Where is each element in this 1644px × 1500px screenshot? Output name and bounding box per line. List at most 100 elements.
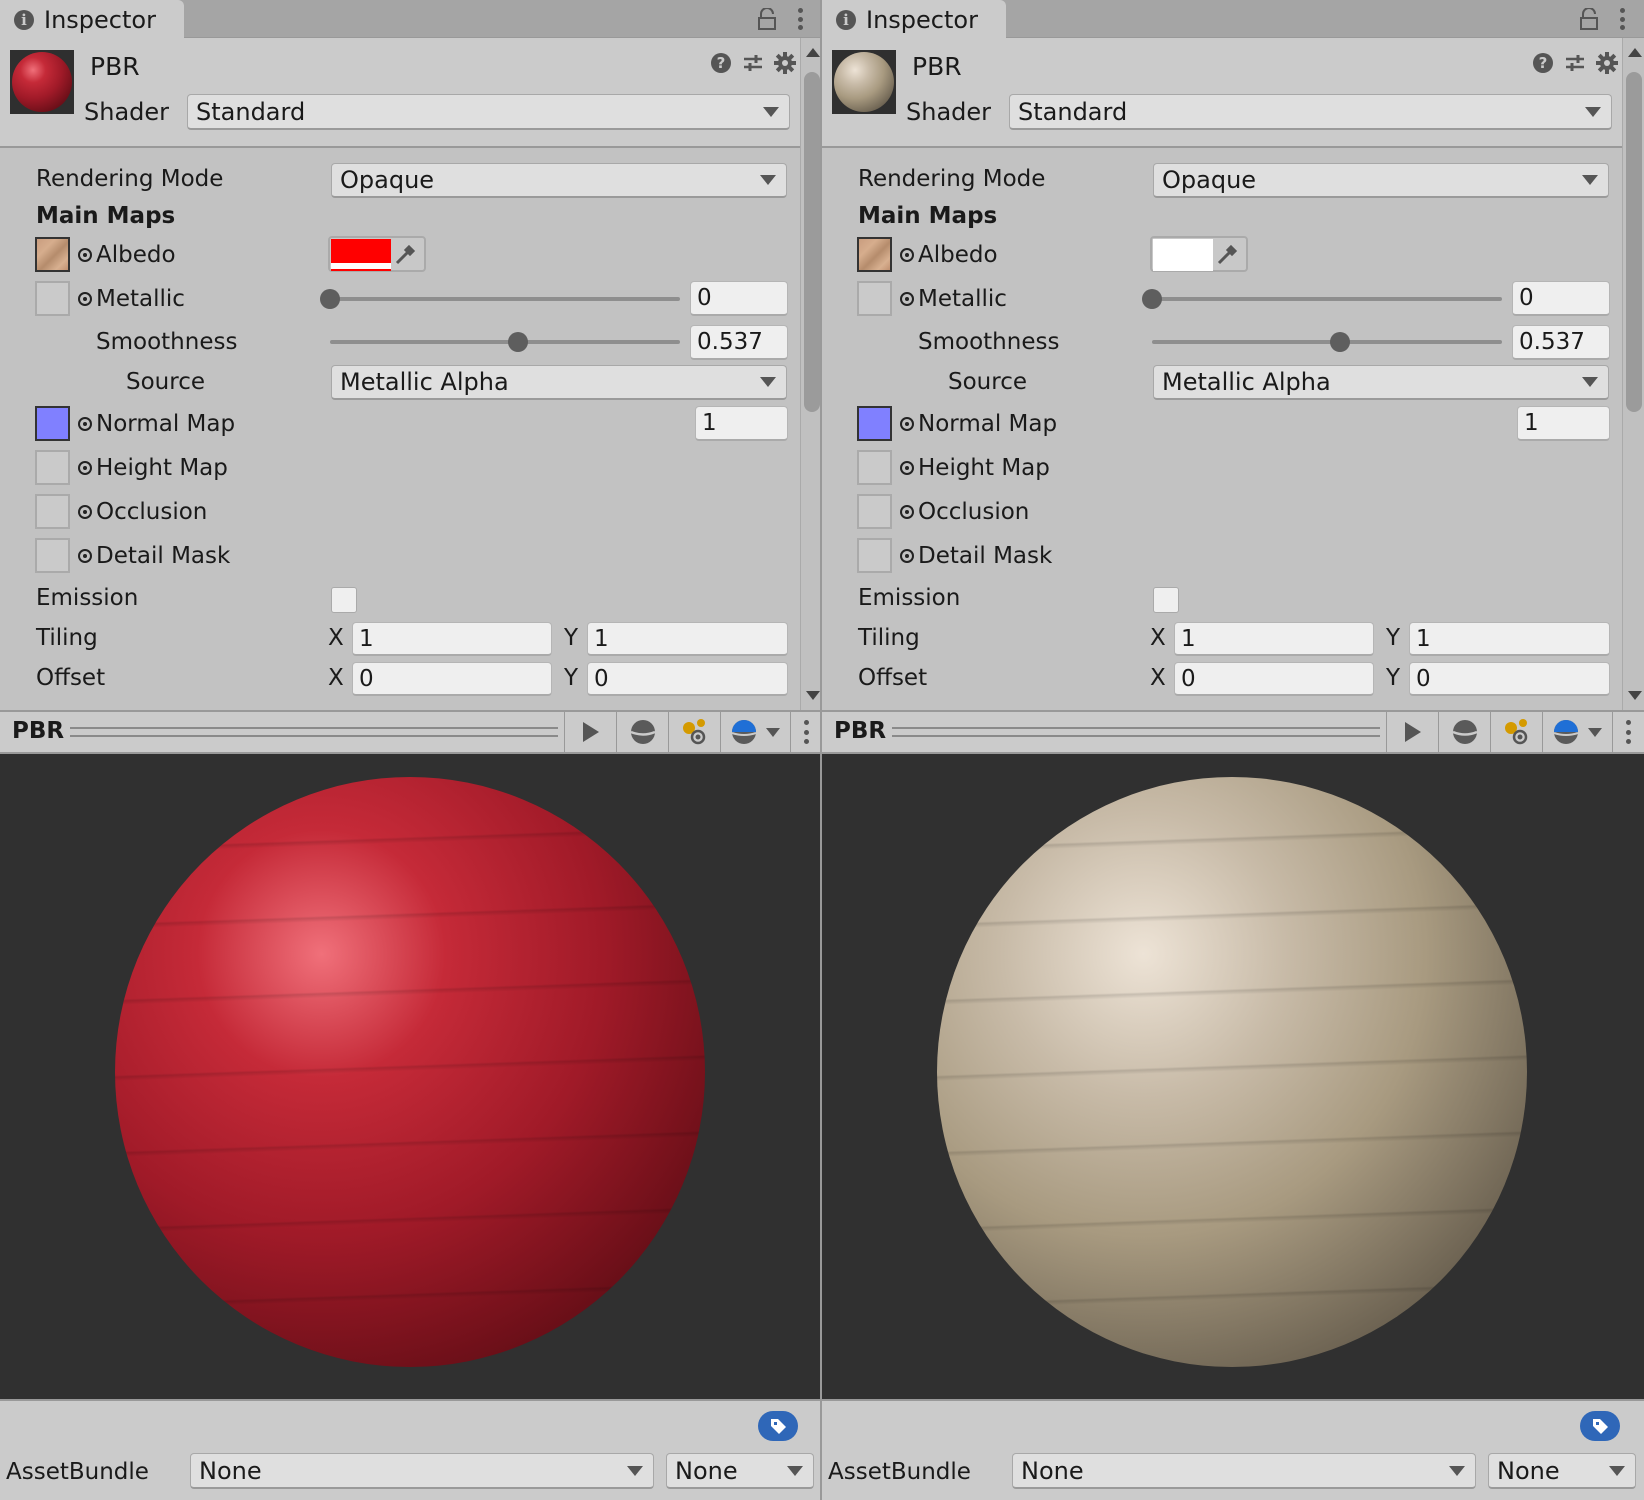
height-map-texture-slot[interactable] [35, 450, 70, 485]
assetbundle-name-dropdown[interactable]: None [1012, 1453, 1476, 1489]
preview-skybox-button[interactable] [720, 712, 790, 752]
object-picker-icon[interactable] [900, 417, 914, 431]
object-picker-icon[interactable] [900, 461, 914, 475]
assetbundle-name-dropdown[interactable]: None [190, 1453, 654, 1489]
albedo-texture-slot[interactable] [857, 237, 892, 272]
scroll-down-icon[interactable] [1628, 691, 1642, 700]
lock-icon[interactable] [1580, 8, 1598, 30]
scroll-up-icon[interactable] [806, 48, 820, 57]
emission-checkbox[interactable] [1153, 587, 1179, 613]
albedo-color-field[interactable] [1150, 236, 1248, 272]
preview-menu-button[interactable] [790, 712, 820, 752]
gear-icon[interactable] [1596, 52, 1618, 74]
normal-map-texture-slot[interactable] [35, 406, 70, 441]
object-picker-icon[interactable] [78, 248, 92, 262]
object-picker-icon[interactable] [78, 292, 92, 306]
preview-lights-button[interactable] [1490, 712, 1542, 752]
source-dropdown[interactable]: Metallic Alpha [331, 365, 787, 400]
metallic-slider-track[interactable] [1152, 297, 1502, 301]
smoothness-value-field[interactable]: 0.537 [1512, 325, 1610, 360]
smoothness-slider-knob[interactable] [1329, 332, 1350, 352]
metallic-value-field[interactable]: 0 [1512, 281, 1610, 316]
tiling-x-field[interactable]: 1 [1174, 622, 1374, 656]
tab-inspector[interactable]: i Inspector [822, 0, 1006, 39]
tab-menu-icon[interactable] [798, 8, 804, 30]
offset-x-field[interactable]: 0 [352, 662, 552, 696]
offset-y-field[interactable]: 0 [587, 662, 788, 696]
emission-checkbox[interactable] [331, 587, 357, 613]
rendering-mode-dropdown[interactable]: Opaque [1153, 163, 1609, 198]
rendering-mode-dropdown[interactable]: Opaque [331, 163, 787, 198]
scroll-thumb[interactable] [804, 72, 820, 412]
presets-icon[interactable] [742, 52, 764, 74]
object-picker-icon[interactable] [900, 292, 914, 306]
normal-map-texture-slot[interactable] [857, 406, 892, 441]
preview-lights-button[interactable] [668, 712, 720, 752]
object-picker-icon[interactable] [78, 461, 92, 475]
preview-sphere[interactable] [937, 777, 1527, 1367]
scrollbar[interactable] [800, 38, 820, 710]
metallic-slider-knob[interactable] [320, 289, 340, 309]
assetbundle-variant-dropdown[interactable]: None [1488, 1453, 1636, 1489]
normal-scale-field[interactable]: 1 [1517, 406, 1610, 441]
presets-icon[interactable] [1564, 52, 1586, 74]
smoothness-slider-track[interactable] [330, 340, 680, 344]
object-picker-icon[interactable] [900, 505, 914, 519]
preview-shape-button[interactable] [1438, 712, 1490, 752]
preview-drag-handle[interactable] [892, 727, 1380, 737]
height-map-texture-slot[interactable] [857, 450, 892, 485]
metallic-texture-slot[interactable] [35, 281, 70, 316]
metallic-slider-track[interactable] [330, 297, 680, 301]
metallic-texture-slot[interactable] [857, 281, 892, 316]
detail-mask-texture-slot[interactable] [857, 538, 892, 573]
eyedropper-icon[interactable] [1216, 244, 1238, 266]
tiling-x-field[interactable]: 1 [352, 622, 552, 656]
tiling-y-field[interactable]: 1 [1409, 622, 1610, 656]
material-preview[interactable] [822, 754, 1644, 1399]
detail-mask-texture-slot[interactable] [35, 538, 70, 573]
albedo-texture-slot[interactable] [35, 237, 70, 272]
metallic-value-field[interactable]: 0 [690, 281, 788, 316]
scrollbar[interactable] [1622, 38, 1644, 710]
label-tag-icon[interactable] [758, 1411, 798, 1441]
object-picker-icon[interactable] [900, 248, 914, 262]
object-picker-icon[interactable] [900, 549, 914, 563]
smoothness-slider-track[interactable] [1152, 340, 1502, 344]
offset-x-field[interactable]: 0 [1174, 662, 1374, 696]
scroll-thumb[interactable] [1626, 72, 1642, 412]
scroll-down-icon[interactable] [806, 691, 820, 700]
material-preview[interactable] [0, 754, 820, 1399]
source-dropdown[interactable]: Metallic Alpha [1153, 365, 1609, 400]
metallic-slider-knob[interactable] [1142, 289, 1162, 309]
scroll-up-icon[interactable] [1628, 48, 1642, 57]
label-tag-icon[interactable] [1580, 1411, 1620, 1441]
preview-sphere[interactable] [115, 777, 705, 1367]
play-button[interactable] [564, 712, 616, 752]
occlusion-texture-slot[interactable] [35, 494, 70, 529]
smoothness-slider-knob[interactable] [507, 332, 528, 352]
help-icon[interactable]: ? [1532, 52, 1554, 74]
tab-menu-icon[interactable] [1620, 8, 1626, 30]
preview-shape-button[interactable] [616, 712, 668, 752]
tiling-y-field[interactable]: 1 [587, 622, 788, 656]
occlusion-texture-slot[interactable] [857, 494, 892, 529]
preview-menu-button[interactable] [1612, 712, 1644, 752]
eyedropper-icon[interactable] [394, 244, 416, 266]
gear-icon[interactable] [774, 52, 796, 74]
shader-dropdown[interactable]: Standard [1009, 94, 1612, 130]
tab-inspector[interactable]: i Inspector [0, 0, 184, 39]
lock-icon[interactable] [758, 8, 776, 30]
object-picker-icon[interactable] [78, 417, 92, 431]
normal-scale-field[interactable]: 1 [695, 406, 788, 441]
offset-y-field[interactable]: 0 [1409, 662, 1610, 696]
object-picker-icon[interactable] [78, 549, 92, 563]
object-picker-icon[interactable] [78, 505, 92, 519]
assetbundle-variant-dropdown[interactable]: None [666, 1453, 814, 1489]
shader-dropdown[interactable]: Standard [187, 94, 790, 130]
preview-drag-handle[interactable] [70, 727, 558, 737]
preview-skybox-button[interactable] [1542, 712, 1612, 752]
help-icon[interactable]: ? [710, 52, 732, 74]
albedo-color-field[interactable] [328, 236, 426, 272]
play-button[interactable] [1386, 712, 1438, 752]
smoothness-value-field[interactable]: 0.537 [690, 325, 788, 360]
